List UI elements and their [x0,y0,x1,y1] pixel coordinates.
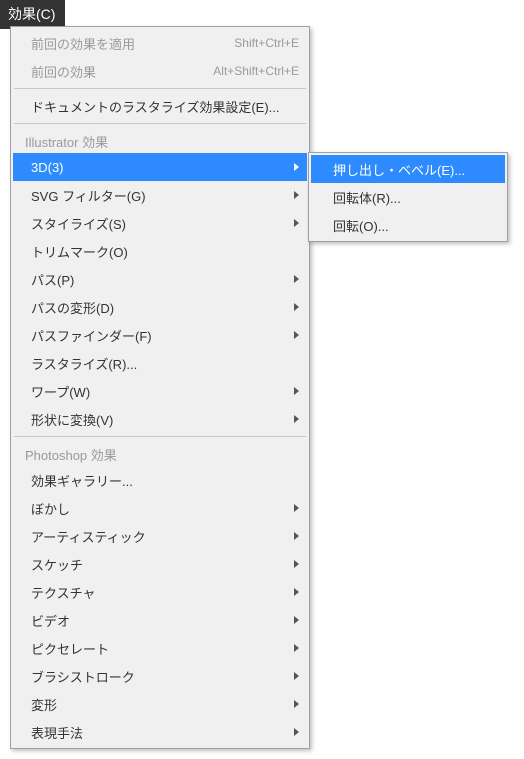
menu-item-recent-0: 前回の効果を適用 Shift+Ctrl+E [13,29,307,57]
menu-item-label: パスファインダー(F) [31,326,288,345]
submenu-arrow-icon [294,588,299,596]
menu-item-label: ラスタライズ(R)... [31,354,299,373]
submenu-item-3d-1[interactable]: 回転体(R)... [311,183,505,211]
menu-item-photoshop-5[interactable]: ビデオ [13,606,307,634]
menu-item-label: パス(P) [31,270,288,289]
submenu-arrow-icon [294,560,299,568]
submenu-3d-panel: 押し出し・ベベル(E)... 回転体(R)... 回転(O)... [308,152,508,242]
submenu-item-3d-2[interactable]: 回転(O)... [311,211,505,239]
menu-item-illustrator-1[interactable]: SVG フィルター(G) [13,181,307,209]
menu-item-label: ビデオ [31,611,288,630]
submenu-arrow-icon [294,644,299,652]
submenu-arrow-icon [294,331,299,339]
menu-item-label: 効果ギャラリー... [31,471,299,490]
menu-item-shortcut: Shift+Ctrl+E [234,36,299,50]
menu-item-label: 形状に変換(V) [31,410,288,429]
illustrator-effects-header: Illustrator 効果 [13,127,307,153]
menu-item-label: 押し出し・ベベル(E)... [333,160,497,179]
menu-item-rasterize-settings[interactable]: ドキュメントのラスタライズ効果設定(E)... [13,92,307,120]
menu-item-photoshop-2[interactable]: アーティスティック [13,522,307,550]
menu-item-photoshop-7[interactable]: ブラシストローク [13,662,307,690]
menu-item-label: ブラシストローク [31,667,288,686]
menu-item-illustrator-9[interactable]: 形状に変換(V) [13,405,307,433]
submenu-arrow-icon [294,532,299,540]
menu-item-illustrator-2[interactable]: スタイライズ(S) [13,209,307,237]
menu-item-photoshop-6[interactable]: ピクセレート [13,634,307,662]
menu-item-label: 前回の効果を適用 [31,34,224,53]
menu-item-illustrator-7[interactable]: ラスタライズ(R)... [13,349,307,377]
menu-item-illustrator-3[interactable]: トリムマーク(O) [13,237,307,265]
submenu-arrow-icon [294,163,299,171]
menu-item-label: パスの変形(D) [31,298,288,317]
menu-separator [14,123,306,124]
menu-item-photoshop-0[interactable]: 効果ギャラリー... [13,466,307,494]
submenu-item-3d-0[interactable]: 押し出し・ベベル(E)... [311,155,505,183]
effects-menu-panel: 前回の効果を適用 Shift+Ctrl+E 前回の効果 Alt+Shift+Ctrl+… [10,26,310,749]
menu-item-label: ピクセレート [31,639,288,658]
submenu-arrow-icon [294,616,299,624]
submenu-arrow-icon [294,700,299,708]
menu-item-photoshop-9[interactable]: 表現手法 [13,718,307,746]
menu-item-label: トリムマーク(O) [31,242,299,261]
menu-item-label: ワープ(W) [31,382,288,401]
menu-item-label: 回転体(R)... [333,188,497,207]
submenu-arrow-icon [294,415,299,423]
menu-item-label: ぼかし [31,499,288,518]
menu-item-photoshop-8[interactable]: 変形 [13,690,307,718]
menu-item-illustrator-4[interactable]: パス(P) [13,265,307,293]
menu-item-label: テクスチャ [31,583,288,602]
menu-item-photoshop-4[interactable]: テクスチャ [13,578,307,606]
menu-title[interactable]: 効果(C) [0,0,65,29]
menu-item-shortcut: Alt+Shift+Ctrl+E [213,64,299,78]
menu-item-illustrator-8[interactable]: ワープ(W) [13,377,307,405]
menu-item-photoshop-3[interactable]: スケッチ [13,550,307,578]
submenu-arrow-icon [294,504,299,512]
menu-item-label: 回転(O)... [333,216,497,235]
menu-item-label: ドキュメントのラスタライズ効果設定(E)... [31,97,299,116]
menu-separator [14,436,306,437]
menu-separator [14,88,306,89]
menu-item-label: スタイライズ(S) [31,214,288,233]
submenu-arrow-icon [294,672,299,680]
menu-item-label: アーティスティック [31,527,288,546]
menu-item-illustrator-0[interactable]: 3D(3) [13,153,307,181]
submenu-arrow-icon [294,303,299,311]
menu-item-photoshop-1[interactable]: ぼかし [13,494,307,522]
menu-item-illustrator-5[interactable]: パスの変形(D) [13,293,307,321]
submenu-arrow-icon [294,387,299,395]
submenu-arrow-icon [294,275,299,283]
menu-item-label: 3D(3) [31,160,288,175]
menu-item-label: SVG フィルター(G) [31,186,288,205]
menu-item-recent-1: 前回の効果 Alt+Shift+Ctrl+E [13,57,307,85]
menu-item-label: 変形 [31,695,288,714]
submenu-arrow-icon [294,191,299,199]
submenu-arrow-icon [294,219,299,227]
photoshop-effects-header: Photoshop 効果 [13,440,307,466]
menu-item-label: 表現手法 [31,723,288,742]
menu-item-label: スケッチ [31,555,288,574]
submenu-arrow-icon [294,728,299,736]
menu-item-label: 前回の効果 [31,62,203,81]
menu-item-illustrator-6[interactable]: パスファインダー(F) [13,321,307,349]
